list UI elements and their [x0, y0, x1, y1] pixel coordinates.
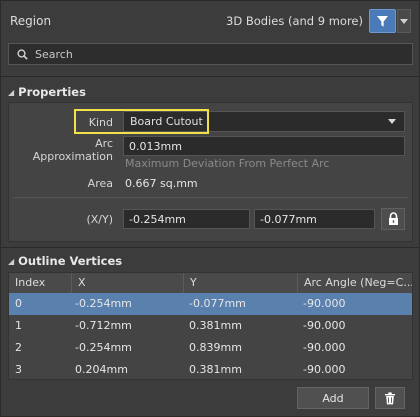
section-title: Outline Vertices: [18, 254, 123, 268]
y-input[interactable]: [254, 209, 375, 229]
cell-y: 0.381mm: [189, 319, 242, 332]
chevron-down-icon: [388, 119, 396, 124]
cell-arc-angle: -90.000: [303, 363, 346, 376]
x-input[interactable]: [123, 209, 250, 229]
table-row[interactable]: 3 0.204mm 0.381mm -90.000: [9, 359, 412, 381]
table-row[interactable]: 0 -0.254mm -0.077mm -90.000: [9, 293, 412, 315]
collapse-triangle-icon: ◢: [8, 256, 15, 266]
region-properties-panel: Region 3D Bodies (and 9 more) ◢ Properti…: [0, 0, 420, 417]
cell-x: -0.254mm: [75, 297, 132, 310]
lock-icon: [388, 212, 398, 225]
arc-approximation-input[interactable]: [123, 136, 405, 156]
table-header: Index X Y Arc Angle (Neg=C...: [9, 273, 412, 293]
cell-x: -0.254mm: [75, 341, 132, 354]
cell-x: 0.204mm: [75, 363, 128, 376]
section-title: Properties: [18, 85, 86, 99]
kind-label: Kind: [88, 116, 113, 129]
chevron-down-icon: [400, 18, 408, 24]
area-value: 0.667 sq.mm: [125, 177, 198, 190]
add-vertex-button[interactable]: Add: [297, 387, 369, 409]
divider: [1, 247, 419, 248]
column-header-x[interactable]: X: [71, 273, 183, 293]
cell-y: 0.381mm: [189, 363, 242, 376]
divider: [13, 197, 408, 198]
filter-summary[interactable]: 3D Bodies (and 9 more): [226, 14, 363, 28]
cell-index: 0: [15, 297, 22, 310]
cell-index: 3: [15, 363, 22, 376]
cell-arc-angle: -90.000: [303, 341, 346, 354]
column-header-index[interactable]: Index: [9, 273, 71, 293]
outline-vertices-table: Index X Y Arc Angle (Neg=C... 0 -0.254mm…: [8, 272, 413, 380]
cell-index: 2: [15, 341, 22, 354]
cell-arc-angle: -90.000: [303, 319, 346, 332]
xy-label: (X/Y): [86, 213, 113, 226]
table-row[interactable]: 2 -0.254mm 0.839mm -90.000: [9, 337, 412, 359]
area-label: Area: [87, 177, 113, 190]
cell-index: 1: [15, 319, 22, 332]
panel-title: Region: [10, 14, 52, 28]
search-icon: [9, 48, 35, 60]
column-header-y[interactable]: Y: [183, 273, 297, 293]
column-header-arc-angle[interactable]: Arc Angle (Neg=C...: [297, 273, 412, 293]
arc-hint: Maximum Deviation From Perfect Arc: [125, 157, 330, 170]
filter-button[interactable]: [369, 9, 396, 33]
lock-button[interactable]: [381, 208, 405, 230]
kind-select[interactable]: Board Cutout: [123, 111, 405, 132]
arc-label-line1: Arc: [95, 137, 113, 150]
search-input[interactable]: [35, 47, 395, 61]
cell-x: -0.712mm: [75, 319, 132, 332]
properties-section-header[interactable]: ◢ Properties: [8, 85, 86, 99]
outline-section-header[interactable]: ◢ Outline Vertices: [8, 254, 122, 268]
divider: [1, 76, 419, 77]
trash-icon: [385, 391, 395, 404]
cell-arc-angle: -90.000: [303, 297, 346, 310]
collapse-triangle-icon: ◢: [8, 87, 15, 97]
funnel-icon: [377, 15, 388, 27]
arc-label-line2: Approximation: [32, 150, 113, 163]
table-row[interactable]: 1 -0.712mm 0.381mm -90.000: [9, 315, 412, 337]
filter-dropdown-button[interactable]: [397, 9, 411, 33]
cell-y: 0.839mm: [189, 341, 242, 354]
search-box[interactable]: [8, 43, 413, 65]
delete-vertex-button[interactable]: [375, 387, 405, 409]
cell-y: -0.077mm: [189, 297, 246, 310]
kind-value: Board Cutout: [130, 115, 203, 128]
